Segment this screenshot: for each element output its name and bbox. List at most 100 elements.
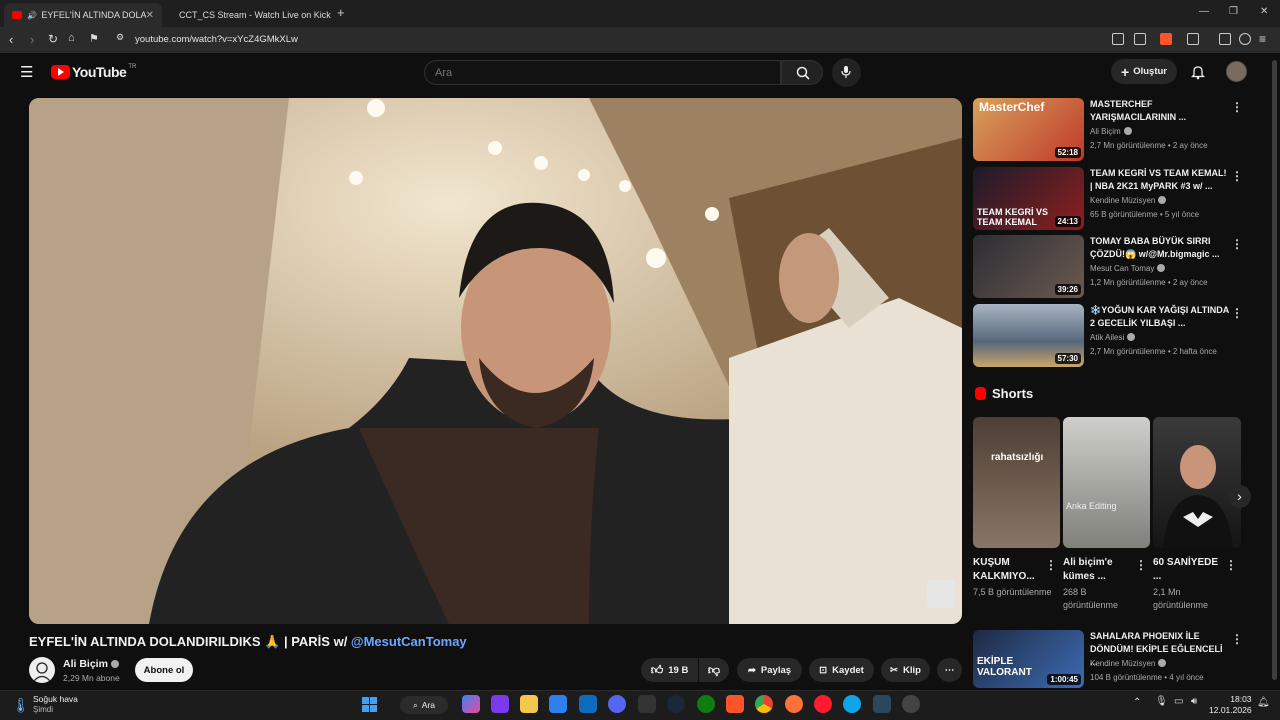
video-thumbnail[interactable]: 57:30 xyxy=(973,304,1084,367)
more-vert-icon[interactable]: ⋮ xyxy=(1231,632,1243,646)
video-player[interactable] xyxy=(29,98,962,624)
vpn-icon[interactable] xyxy=(1239,33,1251,45)
file-explorer-icon[interactable] xyxy=(520,695,538,713)
minimize-icon[interactable]: — xyxy=(1199,6,1209,17)
subscribe-button[interactable]: Abone ol xyxy=(135,658,193,682)
steam-alt-icon[interactable] xyxy=(873,695,891,713)
weather-icon[interactable]: 🌡︎ xyxy=(12,697,30,714)
account-avatar[interactable] xyxy=(1226,61,1247,82)
channel-name[interactable]: Ali Biçim xyxy=(63,658,119,670)
clip-button[interactable]: ✂ Klip xyxy=(881,658,930,682)
tray-mic-icon[interactable]: 🎙︎ xyxy=(1155,696,1168,707)
like-button[interactable]: 👍︎ 19 B xyxy=(641,658,698,682)
more-actions-button[interactable]: ⋯ xyxy=(937,658,962,682)
url-field[interactable]: youtube.com/watch?v=xYcZ4GMkXLw xyxy=(135,34,298,45)
firefox-icon[interactable] xyxy=(785,695,803,713)
dislike-button[interactable]: 👎︎ xyxy=(699,658,729,682)
weather-title[interactable]: Soğuk hava xyxy=(33,694,78,704)
channel-avatar[interactable] xyxy=(29,657,55,683)
recommendation-title[interactable]: TOMAY BABA BÜYÜK SIRRI ÇÖZDÜ!😱 w/@Mr.big… xyxy=(1090,235,1230,261)
site-info-icon[interactable]: ⚙ xyxy=(116,32,124,43)
search-button[interactable] xyxy=(781,60,823,85)
video-thumbnail[interactable]: EKİPLE VALORANT 1:00:45 xyxy=(973,630,1084,688)
recommendation-title[interactable]: ❄️YOĞUN KAR YAĞIŞI ALTINDA 2 GECELİK YIL… xyxy=(1090,304,1230,330)
more-vert-icon[interactable]: ⋮ xyxy=(1045,558,1057,572)
start-button[interactable] xyxy=(362,697,377,712)
video-thumbnail[interactable]: MasterChef 52:18 xyxy=(973,98,1084,161)
edge-icon[interactable] xyxy=(843,695,861,713)
share-icon[interactable] xyxy=(1134,33,1146,45)
tray-chevron-icon[interactable]: ⌃ xyxy=(1133,697,1141,708)
video-thumbnail[interactable]: 39:26 xyxy=(973,235,1084,298)
notification-center-icon[interactable]: 🔔︎ xyxy=(1257,697,1270,708)
store-icon[interactable] xyxy=(549,695,567,713)
more-vert-icon[interactable]: ⋮ xyxy=(1231,100,1243,114)
more-vert-icon[interactable]: ⋮ xyxy=(1231,169,1243,183)
recommendation-item[interactable]: 39:26 TOMAY BABA BÜYÜK SIRRI ÇÖZDÜ!😱 w/@… xyxy=(973,235,1263,299)
notifications-bell-icon[interactable] xyxy=(1191,64,1205,80)
tray-volume-icon[interactable]: 🔊︎ xyxy=(1191,696,1197,707)
epic-games-icon[interactable] xyxy=(638,695,656,713)
more-vert-icon[interactable]: ⋮ xyxy=(1135,558,1147,572)
recommendation-channel[interactable]: Kendine Müzisyen xyxy=(1090,659,1167,668)
tab-youtube[interactable]: 🔊 EYFEL'İN ALTINDA DOLANDI ✕ xyxy=(4,3,162,27)
opera-icon[interactable] xyxy=(814,695,832,713)
bookmark-icon[interactable]: ⚑ xyxy=(89,32,99,45)
save-button[interactable]: ⊡ Kaydet xyxy=(809,658,874,682)
new-tab-icon[interactable]: + xyxy=(337,5,345,20)
recommendation-channel[interactable]: Ali Biçim xyxy=(1090,127,1132,136)
sidebar-icon[interactable] xyxy=(1187,33,1199,45)
video-thumbnail[interactable]: TEAM KEGRİ VS TEAM KEMAL 24:13 xyxy=(973,167,1084,230)
recommendation-channel[interactable]: Mesut Can Tomay xyxy=(1090,264,1166,273)
short-title[interactable]: 60 SANİYEDE ... xyxy=(1153,556,1225,584)
scrollbar-thumb[interactable] xyxy=(1272,60,1277,680)
discord-icon[interactable] xyxy=(608,695,626,713)
home-icon[interactable]: ⌂ xyxy=(68,32,75,44)
recommendation-item[interactable]: EKİPLE VALORANT 1:00:45 SAHALARA PHOENIX… xyxy=(973,630,1263,694)
reload-icon[interactable]: ↻ xyxy=(48,32,58,46)
back-icon[interactable]: ‹ xyxy=(9,32,13,47)
short-title[interactable]: KUŞUM KALKMIYO... xyxy=(973,556,1045,584)
brave-icon[interactable] xyxy=(726,695,744,713)
shorts-next-button[interactable]: › xyxy=(1228,485,1251,508)
more-vert-icon[interactable]: ⋮ xyxy=(1231,306,1243,320)
copilot-icon[interactable] xyxy=(462,695,480,713)
tab-kick[interactable]: CCT_CS Stream - Watch Live on Kick xyxy=(166,3,331,27)
voice-search-button[interactable] xyxy=(832,58,861,87)
create-button[interactable]: + Oluştur xyxy=(1111,59,1177,84)
recommendation-item[interactable]: 57:30 ❄️YOĞUN KAR YAĞIŞI ALTINDA 2 GECEL… xyxy=(973,304,1263,368)
close-window-icon[interactable]: ✕ xyxy=(1260,6,1268,17)
close-tab-icon[interactable]: ✕ xyxy=(146,10,154,21)
tray-network-icon[interactable]: ▭ xyxy=(1174,696,1183,707)
short-thumbnail[interactable]: rahatsızlığı xyxy=(973,417,1060,548)
share-button[interactable]: ➦ Paylaş xyxy=(737,658,802,682)
recommendation-channel[interactable]: Atik Ailesi xyxy=(1090,333,1136,342)
youtube-logo[interactable]: YouTube TR xyxy=(51,64,136,80)
chrome-icon[interactable] xyxy=(755,695,773,713)
outlook-icon[interactable] xyxy=(579,695,597,713)
recommendation-title[interactable]: TEAM KEGRİ VS TEAM KEMAL! | NBA 2K21 MyP… xyxy=(1090,167,1230,193)
menu-icon[interactable]: ≡ xyxy=(1259,32,1266,46)
recommendation-title[interactable]: MASTERCHEF YARIŞMACILARININ ... xyxy=(1090,98,1230,124)
cast-icon[interactable] xyxy=(1112,33,1124,45)
steam-icon[interactable] xyxy=(667,695,685,713)
forward-icon[interactable]: › xyxy=(30,32,34,47)
brave-shield-icon[interactable] xyxy=(1160,33,1172,45)
xbox-icon[interactable] xyxy=(697,695,715,713)
taskbar-clock[interactable]: 18:03 12.01.2026 xyxy=(1209,694,1252,716)
recommendation-item[interactable]: TEAM KEGRİ VS TEAM KEMAL 24:13 TEAM KEGR… xyxy=(973,167,1263,231)
hamburger-menu-icon[interactable]: ☰ xyxy=(20,63,33,81)
taskbar-search[interactable]: ⌕ Ara xyxy=(400,696,448,714)
recommendation-channel[interactable]: Kendine Müzisyen xyxy=(1090,196,1167,205)
short-thumbnail[interactable]: Anka Editing xyxy=(1063,417,1150,548)
short-title[interactable]: Ali biçim'e kümes ... xyxy=(1063,556,1135,584)
short-thumbnail[interactable] xyxy=(1153,417,1241,548)
restore-icon[interactable]: ❐ xyxy=(1229,6,1238,17)
task-view-icon[interactable] xyxy=(491,695,509,713)
media-icon[interactable] xyxy=(1219,33,1231,45)
recommendation-item[interactable]: MasterChef 52:18 MASTERCHEF YARIŞMACILAR… xyxy=(973,98,1263,162)
mention-link[interactable]: @MesutCanTomay xyxy=(351,634,467,649)
search-input[interactable] xyxy=(435,67,755,79)
more-vert-icon[interactable]: ⋮ xyxy=(1231,237,1243,251)
app-icon[interactable] xyxy=(902,695,920,713)
